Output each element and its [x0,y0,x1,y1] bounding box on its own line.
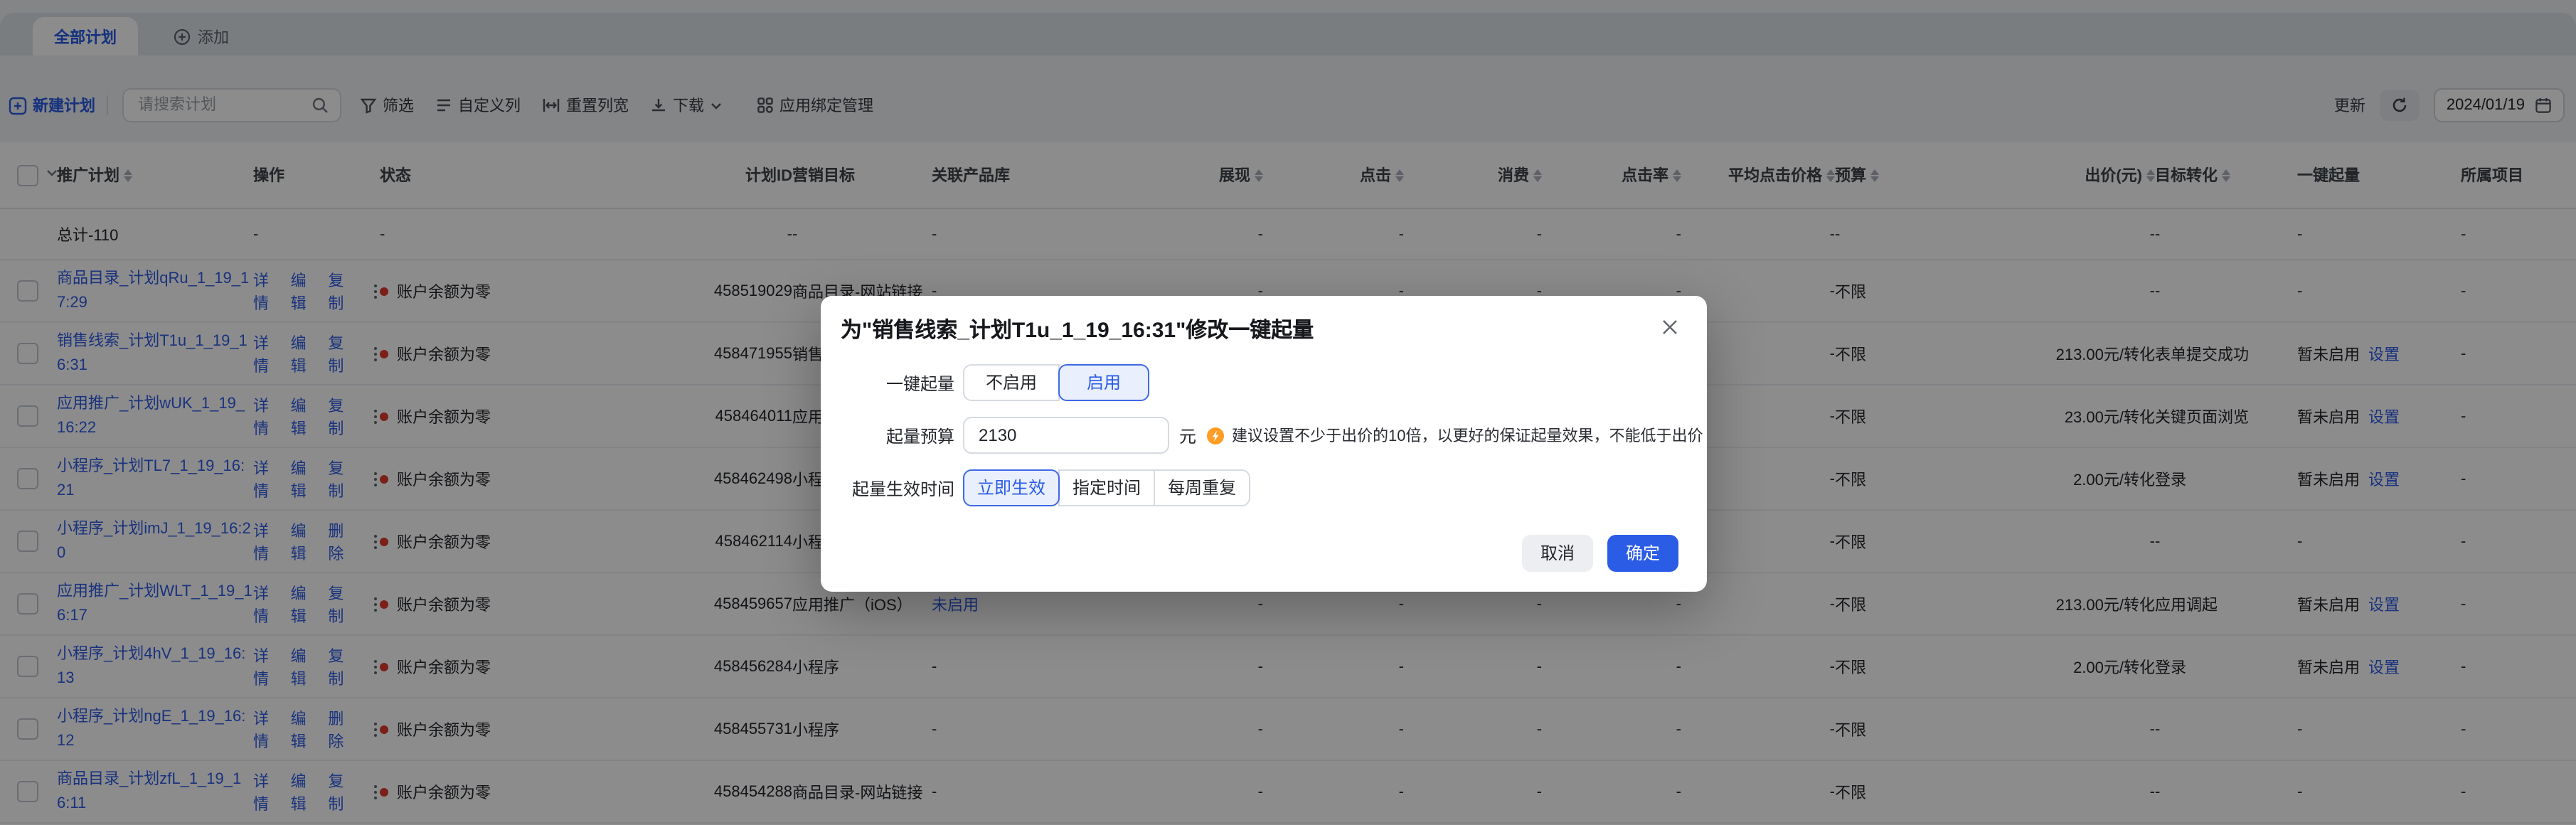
modal-title: 为"销售线索_计划T1u_1_19_16:31"修改一键起量 [841,316,1678,347]
boost-modal: 为"销售线索_计划T1u_1_19_16:31"修改一键起量 一键起量 不启用 … [821,296,1707,592]
boost-toggle-group: 不启用 启用 [963,364,1149,401]
timing-field-label: 起量生效时间 [841,476,954,500]
boost-off-option[interactable]: 不启用 [963,364,1060,401]
boost-field-label: 一键起量 [841,371,954,395]
confirm-button[interactable]: 确定 [1607,535,1678,572]
boost-budget-input[interactable] [963,417,1169,454]
timing-immediate-option[interactable]: 立即生效 [963,469,1060,506]
timing-weekly-option[interactable]: 每周重复 [1154,469,1250,506]
warning-bolt-icon [1206,426,1225,445]
timing-scheduled-option[interactable]: 指定时间 [1058,469,1155,506]
timing-toggle-group: 立即生效 指定时间 每周重复 [963,469,1250,506]
close-icon[interactable] [1659,316,1681,339]
budget-unit: 元 [1179,423,1196,447]
modal-form: 一键起量 不启用 启用 起量预算 元 建议设置不少于出价的10倍，以更好的保证起… [841,364,1678,506]
ad-platform-page: 全部计划 添加 新建计划 筛选 自定义列 重置列宽 [0,0,2576,825]
budget-field-label: 起量预算 [841,423,954,447]
budget-hint-text: 建议设置不少于出价的10倍，以更好的保证起量效果，不能低于出价 [1232,424,1703,447]
boost-on-option[interactable]: 启用 [1058,364,1149,401]
modal-footer: 取消 确定 [1522,535,1678,572]
cancel-button[interactable]: 取消 [1522,535,1593,572]
